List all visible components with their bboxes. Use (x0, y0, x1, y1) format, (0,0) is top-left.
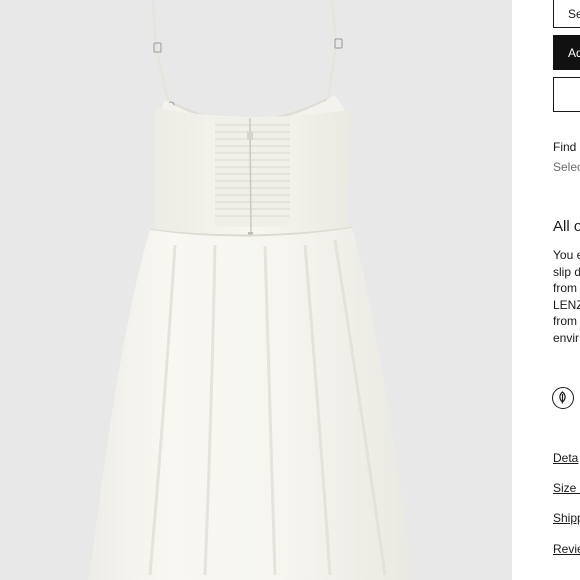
select-store-link[interactable]: Selec (553, 160, 580, 174)
skirt (88, 228, 412, 580)
shipping-link[interactable]: Shipp (553, 511, 580, 525)
product-image[interactable] (0, 0, 512, 580)
product-page: Se Ad Find i Selec All o You e slip d fr… (0, 0, 580, 580)
description-line: slip d (553, 264, 580, 279)
size-and-fit-link[interactable]: Size & (553, 481, 580, 495)
eco-leaf-icon[interactable] (552, 387, 574, 409)
reviews-link[interactable]: Revie (553, 542, 580, 556)
product-details-panel: Se Ad Find i Selec All o You e slip d fr… (512, 0, 580, 580)
description-line: You e (553, 248, 580, 262)
description-line: from (553, 281, 577, 295)
description-line: LENZ (553, 297, 580, 312)
description-heading: All o (553, 218, 580, 235)
right-strap (326, 0, 338, 101)
find-in-store-label: Find i (553, 140, 580, 154)
product-description: You e slip d from LENZ from envir (553, 247, 580, 346)
add-to-bag-label: Ad (568, 46, 580, 60)
dress-illustration (88, 0, 412, 580)
select-size-label: Se (568, 7, 580, 21)
select-size-button[interactable]: Se (553, 0, 580, 28)
description-line: envir (553, 330, 580, 345)
wishlist-button[interactable] (553, 77, 580, 112)
details-link[interactable]: Deta (553, 451, 578, 465)
add-to-bag-button[interactable]: Ad (553, 35, 580, 70)
description-line: from (553, 314, 577, 328)
